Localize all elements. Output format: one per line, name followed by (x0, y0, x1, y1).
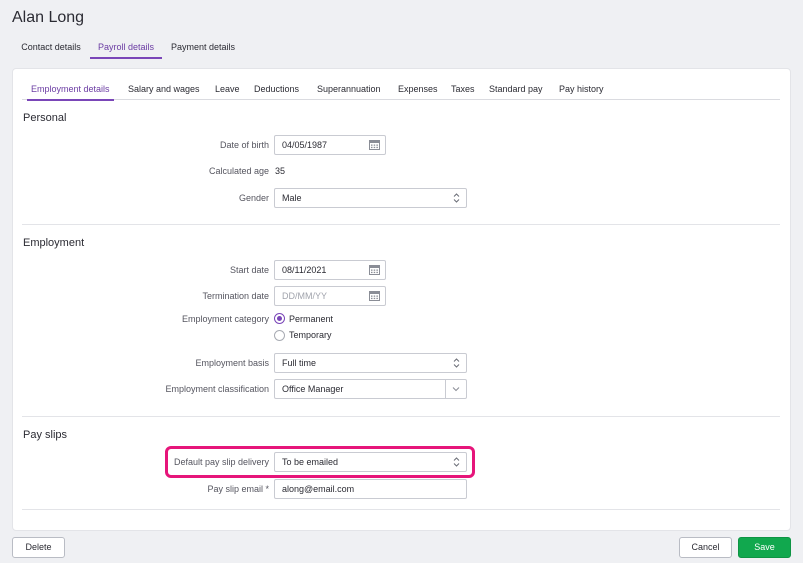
employment-classification-combobox[interactable]: Office Manager (274, 379, 467, 399)
employment-classification-value: Office Manager (282, 384, 344, 394)
sub-tabs: Employment details Salary and wages Leav… (22, 79, 780, 101)
subtab-deductions[interactable]: Deductions (254, 79, 299, 100)
divider (22, 509, 780, 510)
page-title: Alan Long (12, 9, 85, 26)
payslip-email-value: along@email.com (282, 484, 355, 494)
section-title-pay-slips: Pay slips (23, 429, 68, 441)
subtab-salary-and-wages[interactable]: Salary and wages (128, 79, 200, 100)
delete-button[interactable]: Delete (12, 537, 65, 558)
calendar-icon[interactable] (369, 290, 380, 301)
gender-label: Gender (238, 193, 269, 203)
default-payslip-delivery-value: To be emailed (282, 457, 339, 467)
default-payslip-delivery-label: Default pay slip delivery (173, 457, 269, 467)
employment-basis-select[interactable]: Full time (274, 353, 467, 373)
dob-label: Date of birth (219, 140, 269, 150)
subtab-taxes[interactable]: Taxes (451, 79, 475, 100)
gender-select[interactable]: Male (274, 188, 467, 208)
radio-temporary[interactable] (274, 330, 285, 341)
cancel-button[interactable]: Cancel (679, 537, 732, 558)
chevron-down-icon (452, 387, 460, 392)
dob-field[interactable]: 04/05/1987 (274, 135, 386, 155)
payslip-email-field[interactable]: along@email.com (274, 479, 467, 499)
employment-basis-value: Full time (282, 358, 317, 368)
updown-chevron-icon (453, 193, 460, 203)
tab-payroll-details[interactable]: Payroll details (90, 36, 162, 59)
tab-contact-details[interactable]: Contact details (12, 36, 90, 58)
subtab-pay-history[interactable]: Pay history (559, 79, 604, 100)
combobox-toggle-button[interactable] (445, 380, 466, 398)
subtab-expenses[interactable]: Expenses (398, 79, 438, 100)
divider (22, 416, 780, 417)
age-label: Calculated age (208, 166, 269, 176)
start-date-label: Start date (229, 265, 269, 275)
age-value: 35 (275, 166, 286, 176)
payslip-email-label: Pay slip email * (207, 484, 269, 494)
radio-permanent[interactable] (274, 313, 285, 324)
gender-value: Male (282, 193, 302, 203)
section-title-employment: Employment (23, 237, 85, 249)
termination-date-label: Termination date (202, 291, 269, 301)
top-tabs: Contact details Payroll details Payment … (12, 36, 791, 59)
subtab-superannuation[interactable]: Superannuation (317, 79, 381, 100)
radio-permanent-label[interactable]: Permanent (289, 314, 333, 324)
subtab-leave[interactable]: Leave (215, 79, 240, 100)
default-payslip-delivery-select[interactable]: To be emailed (274, 452, 467, 472)
dob-value: 04/05/1987 (282, 140, 328, 150)
termination-date-field[interactable]: DD/MM/YY (274, 286, 386, 306)
divider (22, 224, 780, 225)
subtab-employment-details[interactable]: Employment details (27, 79, 114, 101)
employment-classification-label: Employment classification (165, 384, 269, 394)
save-button[interactable]: Save (738, 537, 791, 558)
updown-chevron-icon (453, 457, 460, 467)
subtab-standard-pay[interactable]: Standard pay (489, 79, 543, 100)
section-title-personal: Personal (23, 112, 67, 124)
radio-temporary-label[interactable]: Temporary (289, 330, 332, 340)
calendar-icon[interactable] (369, 264, 380, 275)
employment-basis-label: Employment basis (195, 358, 269, 368)
start-date-field[interactable]: 08/11/2021 (274, 260, 386, 280)
employment-category-label: Employment category (181, 314, 269, 324)
start-date-value: 08/11/2021 (282, 265, 327, 275)
termination-date-placeholder: DD/MM/YY (282, 291, 327, 301)
calendar-icon[interactable] (369, 139, 380, 150)
tab-payment-details[interactable]: Payment details (166, 36, 240, 58)
updown-chevron-icon (453, 358, 460, 368)
